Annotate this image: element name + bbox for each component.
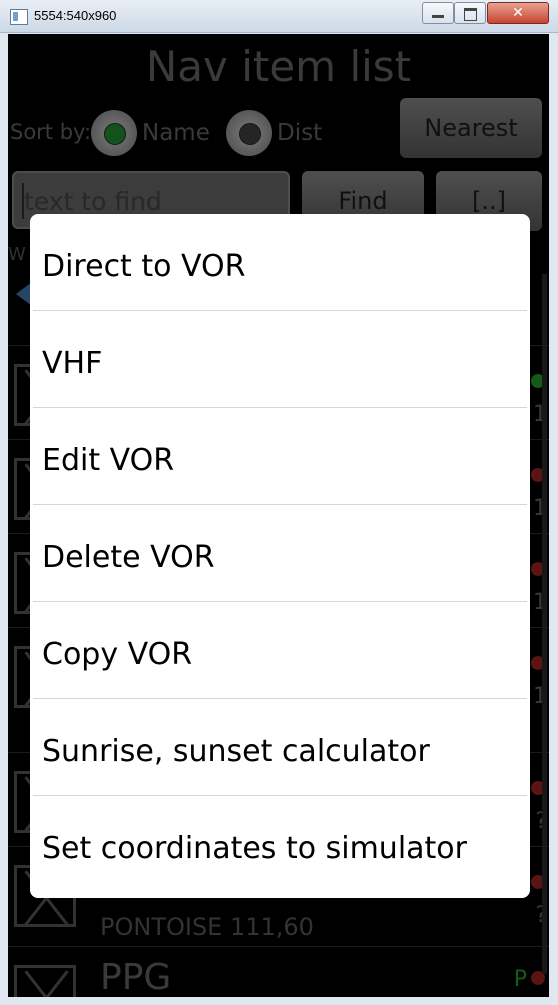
menu-item-label: Direct to VOR	[42, 249, 246, 284]
app-icon	[10, 9, 28, 25]
window-title: 5554:540x960	[34, 8, 117, 23]
window-bottom-border	[0, 997, 558, 1005]
menu-item-label: Set coordinates to simulator	[42, 831, 467, 866]
minimize-button[interactable]	[422, 2, 454, 24]
close-button[interactable]: ✕	[487, 2, 549, 24]
menu-item-label: VHF	[42, 346, 103, 381]
menu-item-label: Edit VOR	[42, 443, 175, 478]
minimize-icon	[432, 15, 444, 18]
menu-item-copy-vor[interactable]: Copy VOR	[30, 602, 530, 699]
menu-item-direct-to-vor[interactable]: Direct to VOR	[30, 214, 530, 311]
menu-item-edit-vor[interactable]: Edit VOR	[30, 408, 530, 505]
menu-item-label: Delete VOR	[42, 540, 215, 575]
context-menu: Direct to VOR VHF Edit VOR Delete VOR Co…	[30, 214, 530, 898]
menu-item-vhf[interactable]: VHF	[30, 311, 530, 408]
maximize-button[interactable]	[454, 2, 486, 24]
menu-item-label: Copy VOR	[42, 637, 193, 672]
close-icon: ✕	[512, 5, 524, 21]
menu-item-sunrise-sunset[interactable]: Sunrise, sunset calculator	[30, 699, 530, 796]
window-title-bar: 5554:540x960 ✕	[0, 0, 558, 33]
menu-item-label: Sunrise, sunset calculator	[42, 734, 430, 769]
menu-item-delete-vor[interactable]: Delete VOR	[30, 505, 530, 602]
device-screen: Nav item list Sort by: Name Dist Nearest…	[8, 34, 549, 997]
menu-item-set-coordinates[interactable]: Set coordinates to simulator	[30, 796, 530, 893]
maximize-icon	[464, 8, 477, 21]
